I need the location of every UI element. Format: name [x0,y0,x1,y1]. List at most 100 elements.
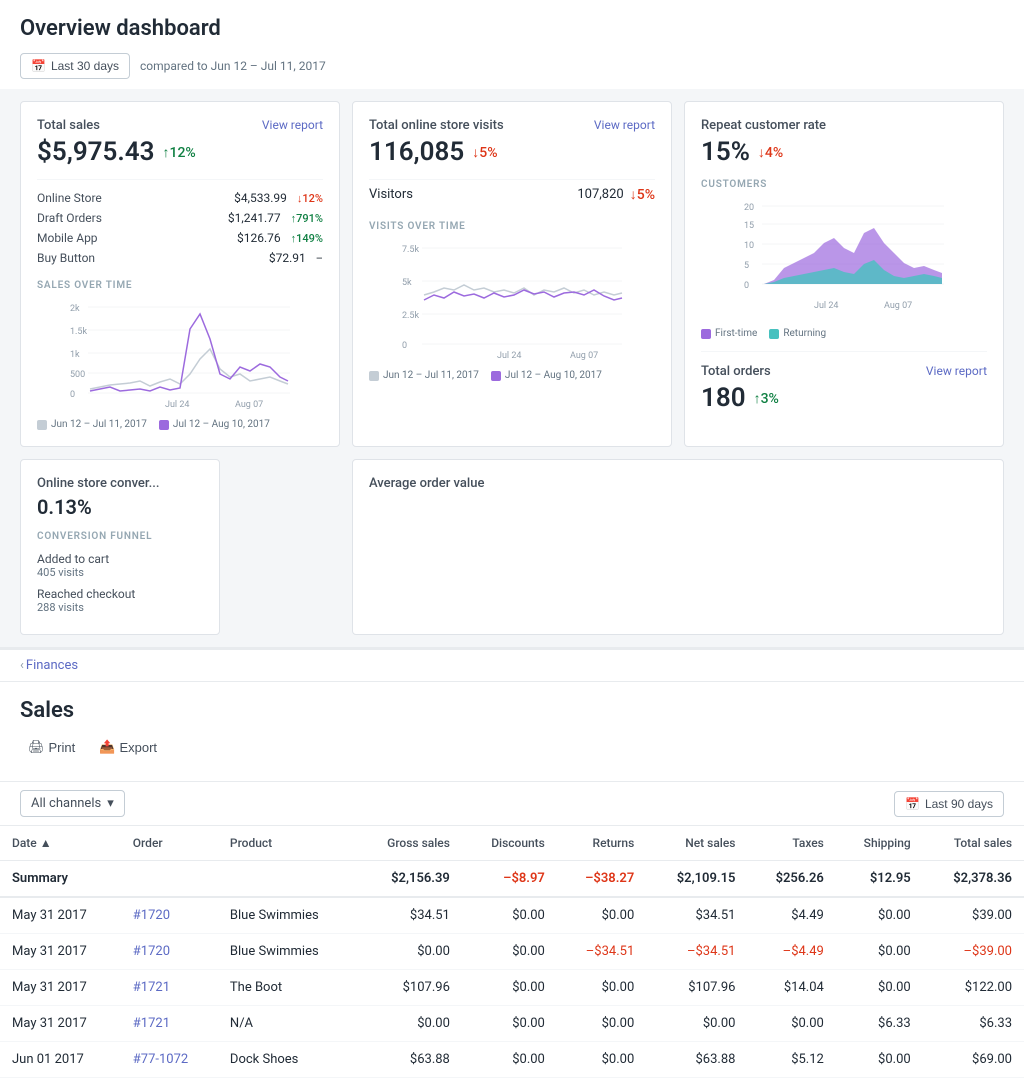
sales-header: Sales 🖨 Print 📤 Export [0,682,1024,781]
total-sales-card: Total sales View report $5,975.43 12% On… [20,101,340,447]
funnel-added-to-cart: Added to cart 405 visits [37,548,203,583]
table-row: Jun 01 2017 #77-1072 Dock Shoes $63.88 $… [0,1042,1024,1078]
customers-chart: 20 15 10 5 0 Jul 24 [701,198,987,339]
conversion-title: Online store conver... [37,476,159,491]
visitors-row: Visitors 107,820 5% [369,179,655,209]
svg-text:Jul 24: Jul 24 [814,301,838,311]
col-net-sales: Net sales [646,826,747,861]
col-order: Order [121,826,218,861]
svg-text:Aug 07: Aug 07 [235,400,263,410]
conversion-value: 0.13% [37,495,203,519]
svg-text:500: 500 [70,370,85,380]
svg-text:5k: 5k [402,278,412,288]
order-link[interactable]: #1721 [133,980,170,995]
summary-net-sales: $2,109.15 [646,861,747,898]
visits-view-report[interactable]: View report [594,118,655,132]
visits-title: Total online store visits [369,118,504,133]
period-button[interactable]: 📅 Last 90 days [894,791,1004,817]
customers-chart-legend: First-time Returning [701,328,987,339]
order-link[interactable]: #77-1072 [133,1052,188,1067]
total-sales-value: $5,975.43 12% [37,137,323,167]
visits-chart-label: VISITS OVER TIME [369,221,655,232]
table-row: May 31 2017 #1721 The Boot $107.96 $0.00… [0,970,1024,1006]
total-orders-view-report[interactable]: View report [926,364,987,378]
customers-chart-label: CUSTOMERS [701,179,987,190]
breadcrumb-finances[interactable]: Finances [26,658,78,673]
sales-title: Sales [20,698,1004,723]
total-orders-change: 3% [754,390,779,407]
visits-value: 116,085 5% [369,137,655,167]
svg-text:2k: 2k [70,304,80,314]
sales-table: Date ▲ Order Product Gross sales Discoun… [0,826,1024,1078]
summary-label: Summary [0,861,356,898]
print-icon: 🖨 [28,739,45,755]
svg-text:1.5k: 1.5k [70,327,87,337]
svg-text:Jul 24: Jul 24 [165,400,189,410]
repeat-customer-card: Repeat customer rate 15% 4% CUSTOMERS 20… [684,101,1004,447]
order-link[interactable]: #1721 [133,1016,170,1031]
col-discounts: Discounts [462,826,557,861]
sales-table-container: Date ▲ Order Product Gross sales Discoun… [0,826,1024,1078]
repeat-customer-title: Repeat customer rate [701,118,826,133]
print-button[interactable]: 🖨 Print [20,735,83,759]
summary-returns: –$38.27 [557,861,646,898]
sales-chart-legend: Jun 12 – Jul 11, 2017 Jul 12 – Aug 10, 2… [37,419,323,430]
svg-text:Aug 07: Aug 07 [570,351,598,361]
summary-gross-sales: $2,156.39 [356,861,462,898]
visits-chart: 7.5k 5k 2.5k 0 Jul 24 Aug 07 [369,240,655,381]
calendar-icon: 📅 [31,59,46,73]
chevron-down-icon: ▾ [107,796,114,811]
channel-select[interactable]: All channels ▾ [20,790,125,817]
svg-text:2.5k: 2.5k [402,311,419,321]
repeat-customer-value: 15% 4% [701,137,987,167]
funnel-reached-checkout: Reached checkout 288 visits [37,583,203,618]
col-gross-sales: Gross sales [356,826,462,861]
visits-change: 5% [472,144,497,161]
order-link[interactable]: #1720 [133,908,170,923]
summary-shipping: $12.95 [836,861,923,898]
col-product: Product [218,826,356,861]
svg-text:0: 0 [70,390,75,400]
table-row: May 31 2017 #1721 N/A $0.00 $0.00 $0.00 … [0,1006,1024,1042]
svg-text:0: 0 [744,281,749,291]
date-filter-button[interactable]: 📅 Last 30 days [20,53,130,79]
svg-text:1k: 1k [70,350,80,360]
compare-text: compared to Jun 12 – Jul 11, 2017 [140,59,326,73]
svg-text:0: 0 [402,341,407,351]
page-title: Overview dashboard [20,16,1004,41]
breadcrumb-bar: ‹ Finances [0,650,1024,682]
summary-row: Summary $2,156.39 –$8.97 –$38.27 $2,109.… [0,861,1024,898]
col-returns: Returns [557,826,646,861]
total-sales-title: Total sales [37,118,100,133]
total-sales-view-report[interactable]: View report [262,118,323,132]
col-total-sales: Total sales [923,826,1024,861]
total-visits-card: Total online store visits View report 11… [352,101,672,447]
order-link[interactable]: #1720 [133,944,170,959]
total-orders-value: 180 3% [701,383,987,413]
svg-text:Jul 24: Jul 24 [497,351,521,361]
svg-text:Aug 07: Aug 07 [884,301,912,311]
svg-text:20: 20 [744,203,754,213]
summary-discounts: –$8.97 [462,861,557,898]
export-icon: 📤 [99,739,115,755]
table-row: May 31 2017 #1720 Blue Swimmies $0.00 $0… [0,934,1024,970]
svg-text:10: 10 [744,241,754,251]
online-store-conversion-card: Online store conver... 0.13% CONVERSION … [20,459,220,635]
col-shipping: Shipping [836,826,923,861]
sales-chart-label: SALES OVER TIME [37,280,323,291]
sales-chart: 2k 1.5k 1k 500 0 [37,299,323,430]
col-date[interactable]: Date ▲ [0,826,121,861]
svg-text:5: 5 [744,261,749,271]
conversion-funnel-label: CONVERSION FUNNEL [37,531,203,542]
repeat-customer-change: 4% [758,144,783,161]
filter-row: All channels ▾ 📅 Last 90 days [0,781,1024,826]
table-row: May 31 2017 #1720 Blue Swimmies $34.51 $… [0,897,1024,934]
summary-taxes: $256.26 [747,861,835,898]
total-sales-sub-rows: Online Store $4,533.99 12% Draft Orders … [37,179,323,268]
col-taxes: Taxes [747,826,835,861]
summary-total-sales: $2,378.36 [923,861,1024,898]
svg-text:15: 15 [744,221,754,231]
total-orders-title: Total orders [701,364,771,379]
export-button[interactable]: 📤 Export [91,735,165,759]
visits-chart-legend: Jun 12 – Jul 11, 2017 Jul 12 – Aug 10, 2… [369,370,655,381]
